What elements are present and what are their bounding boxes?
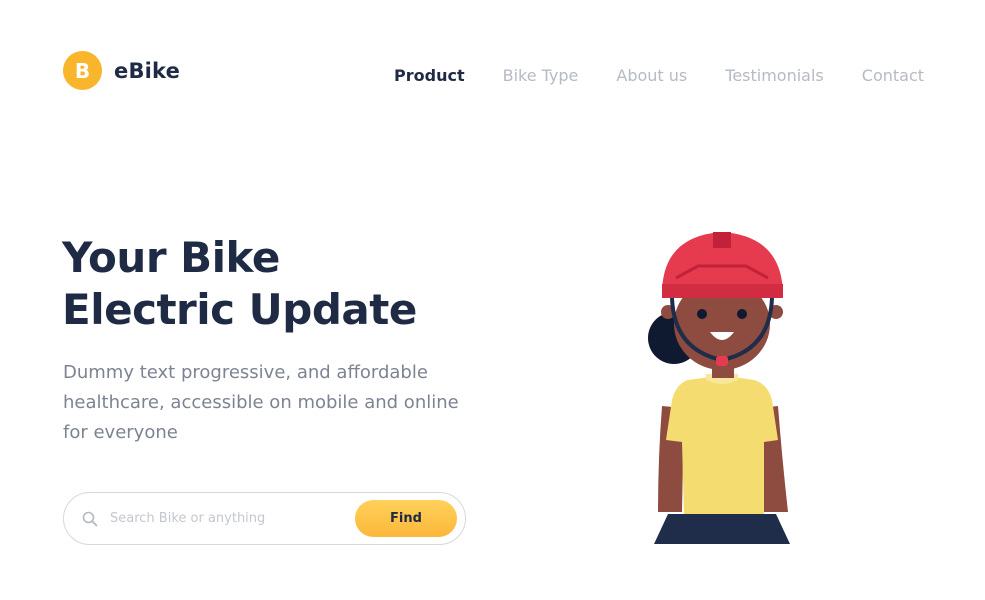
nav-link-bike-type[interactable]: Bike Type <box>503 66 579 85</box>
nav-link-product[interactable]: Product <box>394 66 465 85</box>
nav-link-about-us[interactable]: About us <box>616 66 687 85</box>
hero-title-line-2: Electric Update <box>62 285 417 334</box>
search-icon <box>82 511 98 526</box>
logo[interactable]: B eBike <box>63 51 180 90</box>
brand-name: eBike <box>114 58 181 83</box>
logo-badge: B <box>63 51 102 90</box>
nav-link-testimonials[interactable]: Testimonials <box>725 66 824 85</box>
search-bar: Find <box>63 492 466 545</box>
person-with-helmet-illustration <box>648 232 790 544</box>
search-input[interactable] <box>110 511 346 526</box>
find-button[interactable]: Find <box>355 500 457 537</box>
hero-title-line-1: Your Bike <box>62 233 280 282</box>
hero-title: Your Bike Electric Update <box>62 232 417 336</box>
nav-link-contact[interactable]: Contact <box>862 66 924 85</box>
main-nav: Product Bike Type About us Testimonials … <box>394 66 924 85</box>
hero-description: Dummy text progressive, and affordable h… <box>63 362 459 443</box>
